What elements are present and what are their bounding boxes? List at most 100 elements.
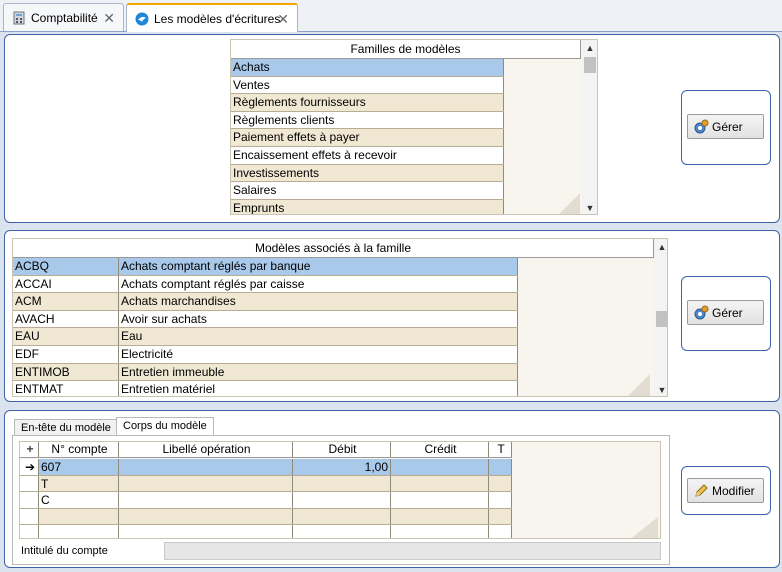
entry-compte (39, 525, 119, 538)
entry-t (489, 492, 512, 508)
tab-modeles-ecritures[interactable]: Les modèles d'écritures ✕ (126, 3, 298, 32)
family-name: Ventes (231, 76, 504, 94)
modify-button[interactable]: Modifier (687, 478, 764, 503)
tab-label: Comptabilité (31, 10, 98, 25)
families-manage-button[interactable]: Gérer (687, 114, 764, 139)
tab-bar: Comptabilité ✕ Les modèles d'écritures ✕ (0, 0, 782, 32)
resize-grip[interactable] (558, 193, 580, 214)
entries-header-row: + N° compte Libellé opération Débit Crédit T (20, 442, 512, 458)
models-scrollbar[interactable]: ▲ ▼ (654, 239, 667, 396)
column-header-compte: N° compte (39, 442, 119, 457)
model-label: Achats comptant réglés par caisse (119, 275, 518, 293)
model-row[interactable]: ENTMAT Entretien matériel (13, 381, 518, 396)
tab-comptabilite[interactable]: Comptabilité ✕ (3, 3, 124, 31)
family-row[interactable]: Règlements fournisseurs (231, 94, 504, 112)
column-header-libelle: Libellé opération (119, 442, 293, 457)
model-label: Avoir sur achats (119, 310, 518, 328)
entry-credit (391, 459, 489, 475)
models-header: Modèles associés à la famille (13, 239, 654, 258)
resize-grip[interactable] (628, 374, 650, 396)
models-manage-button[interactable]: Gérer (687, 300, 764, 325)
entry-debit: 1,00 (293, 459, 391, 475)
family-row[interactable]: Règlements clients (231, 111, 504, 130)
chevron-down-icon[interactable]: ▼ (654, 383, 667, 396)
model-code: EAU (13, 328, 119, 345)
family-row[interactable]: Salaires (231, 182, 504, 200)
family-name: Salaires (231, 182, 504, 199)
entry-row[interactable] (20, 525, 512, 538)
entry-compte: T (39, 475, 119, 492)
model-row[interactable]: ACBQ Achats comptant réglés par banque (13, 258, 518, 276)
entry-credit (391, 475, 489, 492)
row-pointer-icon (20, 475, 39, 492)
model-code: ENTIMOB (13, 363, 119, 381)
family-row[interactable]: Emprunts (231, 199, 504, 214)
family-name: Investissements (231, 164, 504, 182)
model-label: Electricité (119, 346, 518, 363)
pencil-icon (695, 483, 708, 497)
row-pointer-icon (20, 508, 39, 525)
scroll-thumb[interactable] (584, 57, 596, 73)
entry-compte (39, 508, 119, 525)
resize-grip[interactable] (608, 517, 658, 538)
model-label: Eau (119, 328, 518, 345)
family-row[interactable]: Ventes (231, 76, 504, 95)
model-label: Achats comptant réglés par banque (119, 258, 518, 275)
close-icon[interactable]: ✕ (277, 11, 289, 28)
chevron-up-icon[interactable]: ▲ (582, 41, 597, 55)
column-header-t: T (489, 442, 512, 457)
family-row[interactable]: Encaissement effets à recevoir (231, 147, 504, 165)
account-title-label: Intitulé du compte (21, 545, 108, 557)
close-icon[interactable]: ✕ (103, 10, 115, 27)
entry-t (489, 475, 512, 492)
gear-icon (694, 305, 709, 319)
family-name: Emprunts (231, 199, 504, 214)
chevron-up-icon[interactable]: ▲ (654, 240, 667, 254)
entry-compte: C (39, 492, 119, 508)
entry-credit (391, 525, 489, 538)
column-header-debit: Débit (293, 442, 391, 457)
add-row-icon[interactable]: + (20, 442, 39, 457)
entry-credit (391, 492, 489, 508)
model-row[interactable]: EDF Electricité (13, 346, 518, 364)
entry-libelle (119, 459, 293, 475)
bird-icon (135, 12, 149, 26)
scroll-thumb[interactable] (656, 311, 667, 327)
models-grid: Modèles associés à la famille ACBQ Achats… (12, 238, 668, 397)
entry-row[interactable]: T (20, 475, 512, 493)
family-name: Règlements clients (231, 111, 504, 129)
gear-icon (694, 119, 709, 133)
entry-libelle (119, 508, 293, 525)
chevron-down-icon[interactable]: ▼ (582, 201, 597, 214)
family-name: Achats (231, 59, 504, 76)
entry-row[interactable] (20, 508, 512, 526)
entry-libelle (119, 475, 293, 492)
family-row[interactable]: Investissements (231, 164, 504, 183)
model-row[interactable]: EAU Eau (13, 328, 518, 346)
model-row[interactable]: ACM Achats marchandises (13, 293, 518, 311)
family-row[interactable]: Achats (231, 59, 504, 77)
entry-debit (293, 492, 391, 508)
model-code: EDF (13, 346, 119, 363)
entry-credit (391, 508, 489, 525)
entry-row[interactable]: ➔ 607 1,00 (20, 459, 512, 476)
model-code: ACCAI (13, 275, 119, 293)
entry-t (489, 525, 512, 538)
tab-corps-modele[interactable]: Corps du modèle (116, 417, 214, 436)
model-code: ACM (13, 293, 119, 310)
model-code: ENTMAT (13, 381, 119, 396)
families-header: Familles de modèles (231, 40, 581, 59)
entry-debit (293, 475, 391, 492)
tab-label: Les modèles d'écritures (154, 11, 281, 26)
family-name: Règlements fournisseurs (231, 94, 504, 111)
families-scrollbar[interactable]: ▲ ▼ (582, 40, 597, 214)
entry-t (489, 459, 512, 475)
entry-libelle (119, 492, 293, 508)
family-row[interactable]: Paiement effets à payer (231, 129, 504, 147)
row-pointer-icon (20, 492, 39, 508)
model-row[interactable]: ENTIMOB Entretien immeuble (13, 363, 518, 382)
model-code: AVACH (13, 310, 119, 328)
entry-row[interactable]: C (20, 492, 512, 509)
model-row[interactable]: ACCAI Achats comptant réglés par caisse (13, 275, 518, 294)
model-row[interactable]: AVACH Avoir sur achats (13, 310, 518, 329)
